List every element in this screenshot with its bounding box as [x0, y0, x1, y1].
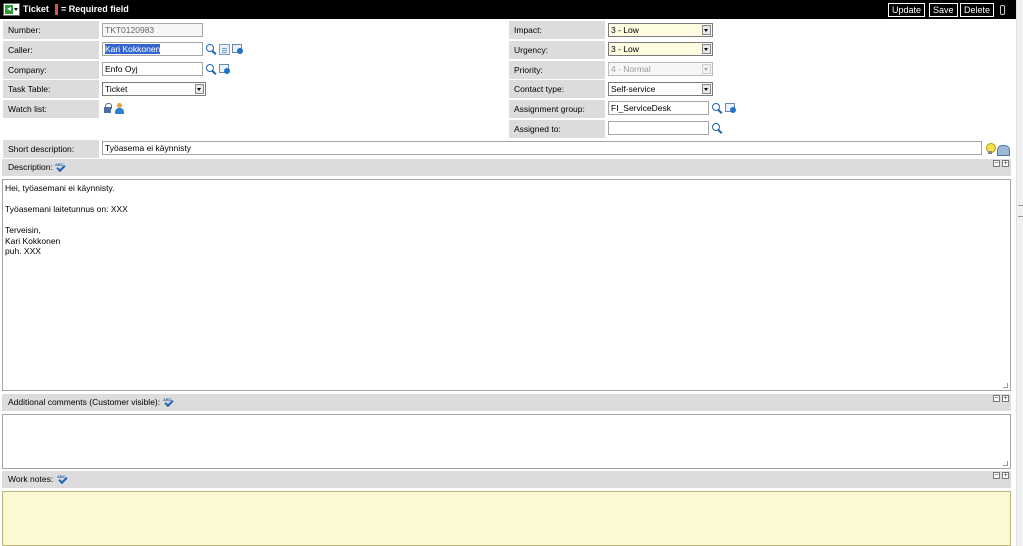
urgency-label: Urgency: [509, 41, 605, 59]
description-section-header: Description: [2, 159, 1011, 176]
impact-select[interactable]: 3 - Low [608, 23, 713, 37]
additional-comments-section-header: Additional comments (Customer visible): [2, 394, 1011, 411]
impact-label: Impact: [509, 21, 605, 39]
delete-button[interactable]: Delete [960, 3, 995, 17]
collapse-icon[interactable]: − [993, 160, 1000, 167]
urgency-value: 3 - Low [611, 44, 639, 54]
priority-select: 4 - Normal [608, 62, 713, 76]
back-arrow-icon [5, 5, 13, 14]
company-label: Company: [3, 61, 99, 79]
caller-field[interactable]: Kari Kokkonen [102, 42, 203, 56]
assignment-group-field[interactable]: FI_ServiceDesk [608, 101, 709, 115]
impact-value: 3 - Low [611, 25, 639, 35]
expand-icon[interactable]: + [1002, 395, 1009, 402]
expand-icon[interactable]: + [1002, 160, 1009, 167]
assignment-group-lookup-icon[interactable] [712, 103, 723, 114]
contact-type-label: Contact type: [509, 80, 605, 98]
page-scrollbar[interactable] [1016, 0, 1023, 546]
description-textarea[interactable]: Hei, työasemani ei käynnisty. Työasemani… [2, 179, 1011, 391]
work-notes-section-header: Work notes: [2, 471, 1011, 488]
add-me-user-icon[interactable] [114, 103, 125, 114]
required-field-legend: = Required field [61, 4, 129, 14]
form-header-bar: Ticket = Required field Update Save Dele… [0, 0, 1016, 19]
company-reference-icon[interactable] [219, 64, 230, 75]
contact-type-select[interactable]: Self-service [608, 82, 713, 96]
assignment-group-label: Assignment group: [509, 100, 605, 118]
back-button[interactable] [3, 3, 20, 16]
assigned-to-field[interactable] [608, 121, 709, 135]
work-notes-label: Work notes: [8, 474, 54, 484]
number-field[interactable]: TKT0120983 [102, 23, 203, 37]
task-table-select[interactable]: Ticket [102, 82, 206, 96]
priority-value: 4 - Normal [611, 64, 651, 74]
update-button[interactable]: Update [888, 3, 926, 17]
assigned-to-label: Assigned to: [509, 120, 605, 138]
dropdown-arrow-icon [702, 44, 711, 54]
dropdown-arrow-icon [195, 84, 204, 94]
attachment-icon[interactable] [1000, 5, 1005, 15]
save-button[interactable]: Save [929, 3, 958, 17]
short-description-field[interactable]: Työasema ei käynnisty [102, 141, 982, 155]
caller-lookup-icon[interactable] [206, 44, 217, 55]
context-menu-chevron-icon [14, 8, 18, 11]
company-field[interactable]: Enfo Oyj [102, 62, 203, 76]
required-marker-icon [55, 4, 58, 15]
collapse-icon[interactable]: − [993, 395, 1000, 402]
dropdown-arrow-icon [702, 84, 711, 94]
priority-label: Priority: [509, 61, 605, 79]
spell-check-icon[interactable] [55, 162, 67, 172]
caller-reference-icon[interactable] [232, 44, 243, 55]
spell-check-icon[interactable] [57, 474, 69, 484]
spell-check-icon[interactable] [163, 397, 175, 407]
assigned-to-lookup-icon[interactable] [712, 123, 723, 134]
additional-comments-textarea[interactable] [2, 414, 1011, 469]
work-notes-textarea[interactable] [2, 491, 1011, 546]
expand-icon[interactable]: + [1002, 472, 1009, 479]
knowledge-search-icon[interactable] [997, 143, 1010, 156]
caller-info-card-icon[interactable] [219, 44, 230, 55]
lock-icon[interactable] [103, 103, 114, 114]
assignment-group-reference-icon[interactable] [725, 103, 736, 114]
description-label: Description: [8, 162, 53, 172]
additional-comments-label: Additional comments (Customer visible): [8, 397, 161, 407]
caller-label: Caller: [3, 41, 99, 59]
resize-grip-icon[interactable] [1003, 461, 1008, 466]
ticket-form-page: { "header": { "title": "Ticket", "requir… [0, 0, 1023, 546]
form-title: Ticket [23, 4, 49, 14]
suggestion-bulb-icon[interactable] [985, 143, 996, 154]
dropdown-arrow-icon [702, 64, 711, 74]
dropdown-arrow-icon [702, 25, 711, 35]
short-description-label: Short description: [3, 140, 99, 158]
watch-list-label: Watch list: [3, 100, 99, 118]
caller-value: Kari Kokkonen [105, 44, 161, 54]
task-table-label: Task Table: [3, 80, 99, 98]
contact-type-value: Self-service [611, 84, 656, 94]
number-label: Number: [3, 21, 99, 39]
task-table-value: Ticket [105, 84, 128, 94]
company-lookup-icon[interactable] [206, 64, 217, 75]
collapse-icon[interactable]: − [993, 472, 1000, 479]
urgency-select[interactable]: 3 - Low [608, 42, 713, 56]
scrollbar-grip-icon[interactable] [1018, 205, 1023, 217]
resize-grip-icon[interactable] [1003, 383, 1008, 388]
